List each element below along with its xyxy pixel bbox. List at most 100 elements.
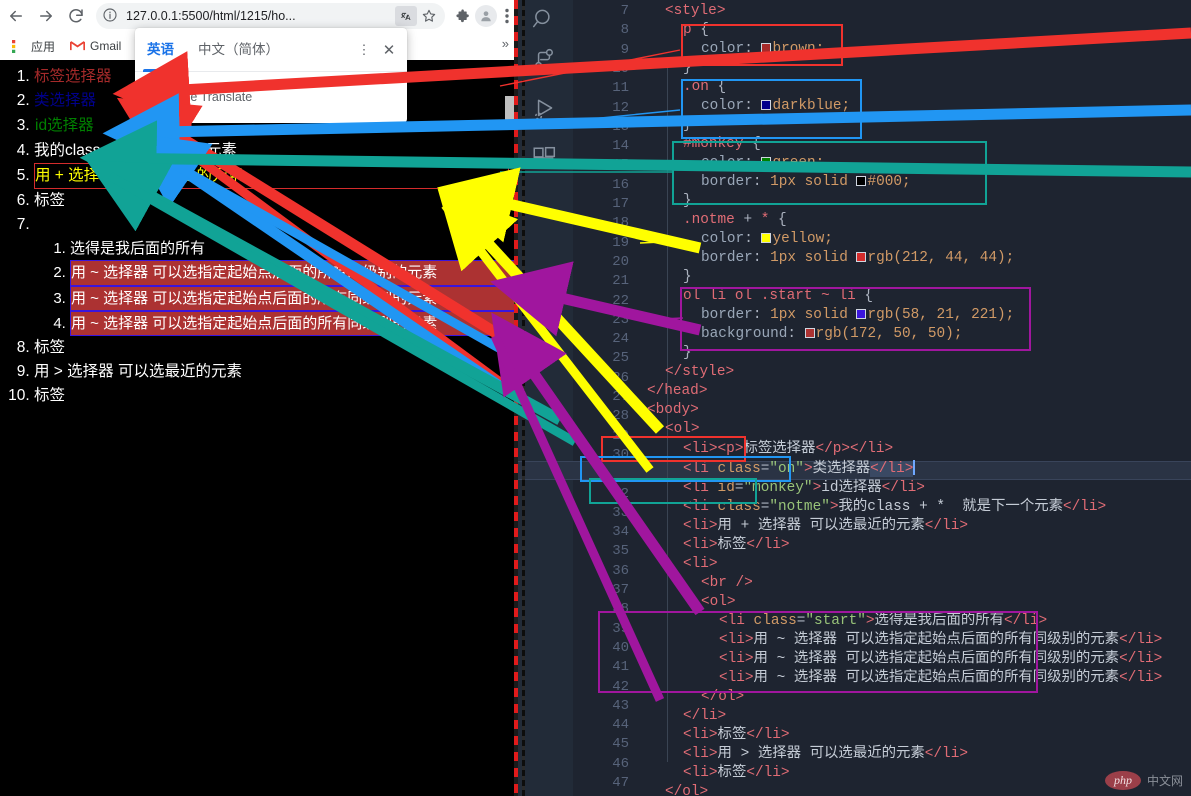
code-line-37: <br /> — [701, 575, 753, 591]
profile-avatar[interactable] — [475, 5, 497, 27]
code-line-29: <ol> — [665, 421, 700, 437]
code-line-19: color: yellow; — [701, 231, 833, 247]
page-item-4: 我的class + * 就是下一个元素 — [34, 139, 517, 163]
page-item-9-text: 用 > 选择器 可以选最近的元素 — [34, 363, 242, 381]
translate-icon[interactable] — [395, 6, 417, 26]
extensions-icon[interactable] — [531, 145, 559, 173]
code-line-12: color: darkblue; — [701, 98, 851, 114]
line-number-47: 47 — [612, 775, 629, 791]
bookmark-label: Gmail — [90, 39, 122, 53]
window-divider-red — [514, 0, 518, 796]
line-number-32: 32 — [612, 485, 629, 502]
page-nested-item-4: 用 ~ 选择器 可以选指定起始点后面的所有同级别的元素 — [70, 310, 517, 337]
rendered-page: 标签选择器 类选择器 id选择器 我的class + * 就是下一个元素 用 +… — [0, 60, 517, 796]
extensions-puzzle-icon[interactable] — [451, 4, 475, 28]
code-line-40: <li>用 ~ 选择器 可以选指定起始点后面的所有同级别的元素</li> — [719, 632, 1163, 648]
line-number-44: 44 — [612, 717, 629, 734]
line-number-36: 36 — [612, 562, 629, 579]
line-number-34: 34 — [612, 524, 629, 541]
code-line-38: <ol> — [701, 594, 736, 610]
code-line-27: </head> — [647, 383, 708, 399]
line-number-27: 27 — [612, 389, 629, 405]
line-number-18: 18 — [612, 215, 629, 232]
page-item-8-text: 标签 — [34, 339, 66, 357]
code-line-25: } — [683, 345, 692, 361]
page-item-7: 选得是我后面的所有 用 ~ 选择器 可以选指定起始点后面的所有同级别的元素 用 … — [34, 213, 517, 337]
code-line-31: <li class="on">类选择器</li> — [683, 460, 916, 477]
bookmark-gmail[interactable]: Gmail — [63, 36, 127, 56]
code-line-20: border: 1px solid rgb(212, 44, 44); — [701, 250, 1015, 266]
apps-grid-icon — [10, 38, 26, 54]
page-nested-items: 选得是我后面的所有 用 ~ 选择器 可以选指定起始点后面的所有同级别的元素 用 … — [34, 237, 517, 337]
code-line-48: </ol> — [665, 784, 709, 796]
page-item-5: 用 + 选择器 可以选最近的元素 — [34, 163, 517, 190]
line-number-13: 13 — [612, 118, 629, 135]
translate-options-icon[interactable]: ⋮ — [351, 42, 377, 58]
site-info-icon[interactable] — [102, 7, 120, 25]
google-translate-popup[interactable]: 英语 中文（简体） ⋮ ✕ Google Translate — [135, 28, 407, 123]
line-number-23: 23 — [612, 311, 629, 328]
code-line-43: </ol> — [701, 689, 745, 705]
code-line-22: ol li ol .start ~ li { — [683, 288, 873, 304]
page-scrollbar-thumb[interactable] — [505, 96, 514, 126]
gmail-icon — [69, 38, 85, 54]
translate-tabs: 英语 中文（简体） ⋮ ✕ — [135, 28, 407, 72]
bookmarks-overflow-icon[interactable]: » — [502, 36, 509, 51]
page-item-10-text: 标签 — [34, 387, 66, 405]
address-bar[interactable]: 127.0.0.1:5500/html/1215/ho... — [96, 3, 445, 29]
page-nested-item-3: 用 ~ 选择器 可以选指定起始点后面的所有同级别的元素 — [70, 285, 517, 311]
bookmark-label: 应用 — [31, 39, 56, 54]
translate-tab-chinese[interactable]: 中文（简体） — [186, 28, 291, 72]
bookmark-apps[interactable]: 应用 — [4, 36, 61, 57]
browser-window: 127.0.0.1:5500/html/1215/ho... 应用 Gmail … — [0, 0, 517, 796]
line-number-24: 24 — [612, 331, 629, 348]
color-swatch-black — [856, 176, 867, 186]
page-item-1-text: 标签选择器 — [34, 68, 112, 85]
code-line-9: color: brown; — [701, 41, 825, 57]
line-number-28: 28 — [612, 408, 629, 425]
color-swatch-brown — [761, 43, 772, 53]
screenshot-root: 127.0.0.1:5500/html/1215/ho... 应用 Gmail … — [0, 0, 1191, 796]
code-line-45: <li>标签</li> — [683, 727, 790, 743]
translate-close-icon[interactable]: ✕ — [377, 41, 407, 59]
reload-button[interactable] — [62, 2, 90, 30]
code-line-14: #monkey { — [683, 136, 761, 152]
page-nested-item-2: 用 ~ 选择器 可以选指定起始点后面的所有同级别的元素 — [70, 260, 517, 286]
window-divider-dark — [522, 0, 525, 796]
code-line-36: <li> — [683, 556, 718, 572]
forward-button[interactable] — [32, 2, 60, 30]
line-number-37: 37 — [612, 582, 629, 598]
run-and-debug-icon[interactable] — [531, 96, 559, 124]
search-icon[interactable] — [531, 6, 559, 34]
code-content[interactable]: <style> p { color: brown; } .on { color:… — [641, 0, 1191, 796]
code-line-32: <li id="monkey">id选择器</li> — [683, 480, 925, 496]
code-line-10: } — [683, 60, 692, 76]
page-nested-item-1: 选得是我后面的所有 — [70, 237, 517, 260]
back-button[interactable] — [2, 2, 30, 30]
bookmark-star-icon[interactable] — [419, 6, 439, 26]
line-number-45: 45 — [612, 736, 629, 753]
line-number-9: 9 — [620, 41, 629, 58]
code-line-17: } — [683, 193, 692, 209]
page-item-10: 标签 — [34, 384, 517, 408]
editor-line-numbers: 7 8 9 10 11 12 13 14 15 16 17 18 19 20 21 22 23 24 25 26 27 2… — [573, 0, 641, 796]
line-number-12: 12 — [612, 99, 629, 116]
code-line-42: <li>用 ~ 选择器 可以选指定起始点后面的所有同级别的元素</li> — [719, 670, 1163, 686]
translate-tab-english[interactable]: 英语 — [135, 28, 186, 72]
activity-bar — [517, 0, 573, 796]
line-number-26: 26 — [612, 369, 629, 386]
line-number-21: 21 — [612, 273, 629, 290]
code-line-8: p { — [683, 22, 709, 38]
translate-footer-label: Google Translate — [157, 90, 253, 104]
code-line-33: <li class="notme">我的class + * 就是下一个元素</l… — [683, 499, 1107, 515]
line-number-43: 43 — [612, 697, 629, 714]
code-line-23: border: 1px solid rgb(58, 21, 221); — [701, 307, 1015, 323]
watermark-text: 中文网 — [1146, 774, 1183, 788]
line-number-20: 20 — [612, 253, 629, 270]
page-nested-item-4-text: 用 ~ 选择器 可以选指定起始点后面的所有同级别的元素 — [70, 310, 517, 337]
line-number-15: 15 — [612, 157, 629, 174]
code-line-21: } — [683, 269, 692, 285]
source-control-icon[interactable] — [531, 46, 559, 74]
page-item-9: 用 > 选择器 可以选最近的元素 — [34, 360, 517, 384]
code-line-30: <li><p>标签选择器</p></li> — [683, 441, 894, 457]
